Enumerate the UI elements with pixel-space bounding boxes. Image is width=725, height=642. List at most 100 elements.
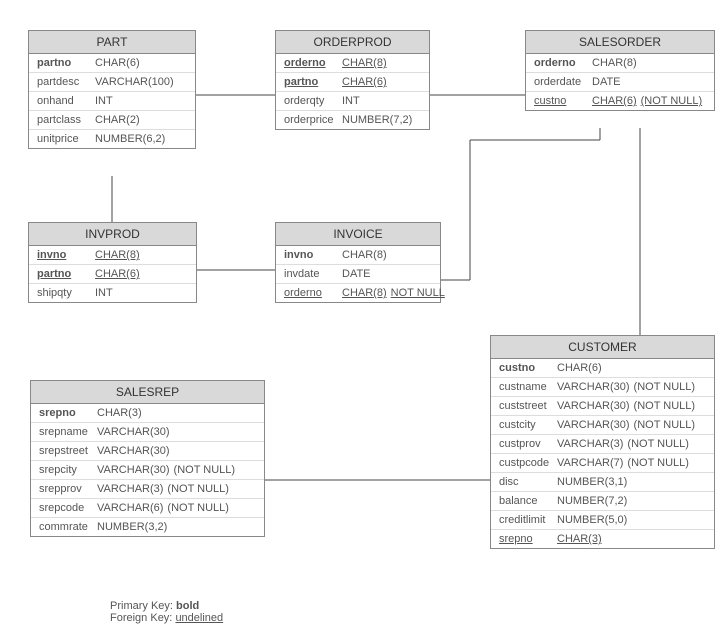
- entity-row: custpcodeVARCHAR(7) (NOT NULL): [491, 454, 714, 473]
- column-extra: (NOT NULL): [627, 457, 689, 469]
- column-name: custprov: [499, 438, 557, 450]
- entity-salesrep: SALESREP srepnoCHAR(3)srepnameVARCHAR(30…: [30, 380, 265, 537]
- entity-row: invdateDATE: [276, 265, 440, 284]
- entity-row: partnoCHAR(6): [29, 54, 195, 73]
- column-name: orderprice: [284, 114, 342, 126]
- entity-row: invnoCHAR(8): [29, 246, 196, 265]
- column-name: srepno: [39, 407, 97, 419]
- entity-salesorder: SALESORDER ordernoCHAR(8)orderdateDATEcu…: [525, 30, 715, 111]
- legend-pk-style: bold: [176, 600, 199, 612]
- column-name: custno: [499, 362, 557, 374]
- column-extra: (NOT NULL): [634, 419, 696, 431]
- column-name: srepname: [39, 426, 97, 438]
- entity-row: ordernoCHAR(8)NOT NULL: [276, 284, 440, 302]
- legend-pk-label: Primary Key:: [110, 600, 173, 612]
- entity-row: unitpriceNUMBER(6,2): [29, 130, 195, 148]
- column-type: VARCHAR(30): [557, 381, 630, 393]
- legend: Primary Key: bold Foreign Key: undelined: [110, 600, 223, 624]
- column-type: INT: [95, 95, 113, 107]
- column-name: disc: [499, 476, 557, 488]
- column-name: invno: [37, 249, 95, 261]
- column-extra: (NOT NULL): [641, 95, 703, 107]
- column-name: balance: [499, 495, 557, 507]
- column-type: NUMBER(5,0): [557, 514, 627, 526]
- column-name: creditlimit: [499, 514, 557, 526]
- column-type: CHAR(3): [97, 407, 142, 419]
- column-type: CHAR(8): [342, 57, 387, 69]
- column-name: srepcode: [39, 502, 97, 514]
- entity-title: CUSTOMER: [491, 336, 714, 359]
- column-type: NUMBER(7,2): [557, 495, 627, 507]
- column-extra: (NOT NULL): [634, 400, 696, 412]
- column-type: VARCHAR(7): [557, 457, 623, 469]
- entity-row: srepnameVARCHAR(30): [31, 423, 264, 442]
- column-name: custpcode: [499, 457, 557, 469]
- column-name: invdate: [284, 268, 342, 280]
- column-type: CHAR(8): [342, 249, 387, 261]
- entity-row: custstreetVARCHAR(30)(NOT NULL): [491, 397, 714, 416]
- column-type: INT: [95, 287, 113, 299]
- column-type: VARCHAR(30): [97, 445, 170, 457]
- entity-row: shipqtyINT: [29, 284, 196, 302]
- column-type: CHAR(6): [95, 57, 140, 69]
- entity-title: INVOICE: [276, 223, 440, 246]
- legend-fk-label: Foreign Key:: [110, 612, 172, 624]
- column-type: CHAR(6): [342, 76, 387, 88]
- entity-row: commrateNUMBER(3,2): [31, 518, 264, 536]
- column-extra: (NOT NULL): [167, 502, 229, 514]
- column-type: NUMBER(6,2): [95, 133, 165, 145]
- entity-row: balanceNUMBER(7,2): [491, 492, 714, 511]
- legend-fk-style: undelined: [175, 612, 223, 624]
- column-name: srepcity: [39, 464, 97, 476]
- column-name: orderqty: [284, 95, 342, 107]
- entity-title: ORDERPROD: [276, 31, 429, 54]
- column-name: onhand: [37, 95, 95, 107]
- column-name: custno: [534, 95, 592, 107]
- column-type: CHAR(6): [557, 362, 602, 374]
- column-type: CHAR(8): [592, 57, 637, 69]
- column-extra: (NOT NULL): [627, 438, 689, 450]
- column-extra: (NOT NULL): [174, 464, 236, 476]
- entity-title: INVPROD: [29, 223, 196, 246]
- entity-invprod: INVPROD invnoCHAR(8)partnoCHAR(6)shipqty…: [28, 222, 197, 303]
- column-type: VARCHAR(30): [557, 400, 630, 412]
- entity-row: discNUMBER(3,1): [491, 473, 714, 492]
- entity-row: srepstreetVARCHAR(30): [31, 442, 264, 461]
- column-name: commrate: [39, 521, 97, 533]
- column-name: partno: [37, 57, 95, 69]
- column-name: custname: [499, 381, 557, 393]
- column-name: srepstreet: [39, 445, 97, 457]
- column-type: CHAR(3): [557, 533, 602, 545]
- entity-orderprod: ORDERPROD ordernoCHAR(8)partnoCHAR(6)ord…: [275, 30, 430, 130]
- column-name: srepno: [499, 533, 557, 545]
- column-type: DATE: [592, 76, 621, 88]
- entity-row: custnameVARCHAR(30)(NOT NULL): [491, 378, 714, 397]
- column-extra: (NOT NULL): [167, 483, 229, 495]
- entity-customer: CUSTOMER custnoCHAR(6)custnameVARCHAR(30…: [490, 335, 715, 549]
- column-name: partdesc: [37, 76, 95, 88]
- entity-row: srepcodeVARCHAR(6)(NOT NULL): [31, 499, 264, 518]
- column-type: INT: [342, 95, 360, 107]
- column-type: VARCHAR(3): [97, 483, 163, 495]
- column-type: CHAR(6): [592, 95, 637, 107]
- entity-row: ordernoCHAR(8): [526, 54, 714, 73]
- column-type: VARCHAR(3): [557, 438, 623, 450]
- column-name: partno: [37, 268, 95, 280]
- column-name: orderno: [284, 57, 342, 69]
- column-name: orderno: [284, 287, 342, 299]
- entity-title: SALESREP: [31, 381, 264, 404]
- column-type: NUMBER(3,2): [97, 521, 167, 533]
- entity-row: onhandINT: [29, 92, 195, 111]
- entity-row: orderdateDATE: [526, 73, 714, 92]
- column-name: custcity: [499, 419, 557, 431]
- column-type: NUMBER(7,2): [342, 114, 412, 126]
- entity-part: PART partnoCHAR(6)partdescVARCHAR(100)on…: [28, 30, 196, 149]
- column-type: NUMBER(3,1): [557, 476, 627, 488]
- column-type: CHAR(8): [342, 287, 387, 299]
- entity-title: SALESORDER: [526, 31, 714, 54]
- column-type: VARCHAR(30): [557, 419, 630, 431]
- entity-row: srepprovVARCHAR(3)(NOT NULL): [31, 480, 264, 499]
- entity-row: partdescVARCHAR(100): [29, 73, 195, 92]
- column-name: shipqty: [37, 287, 95, 299]
- column-name: orderno: [534, 57, 592, 69]
